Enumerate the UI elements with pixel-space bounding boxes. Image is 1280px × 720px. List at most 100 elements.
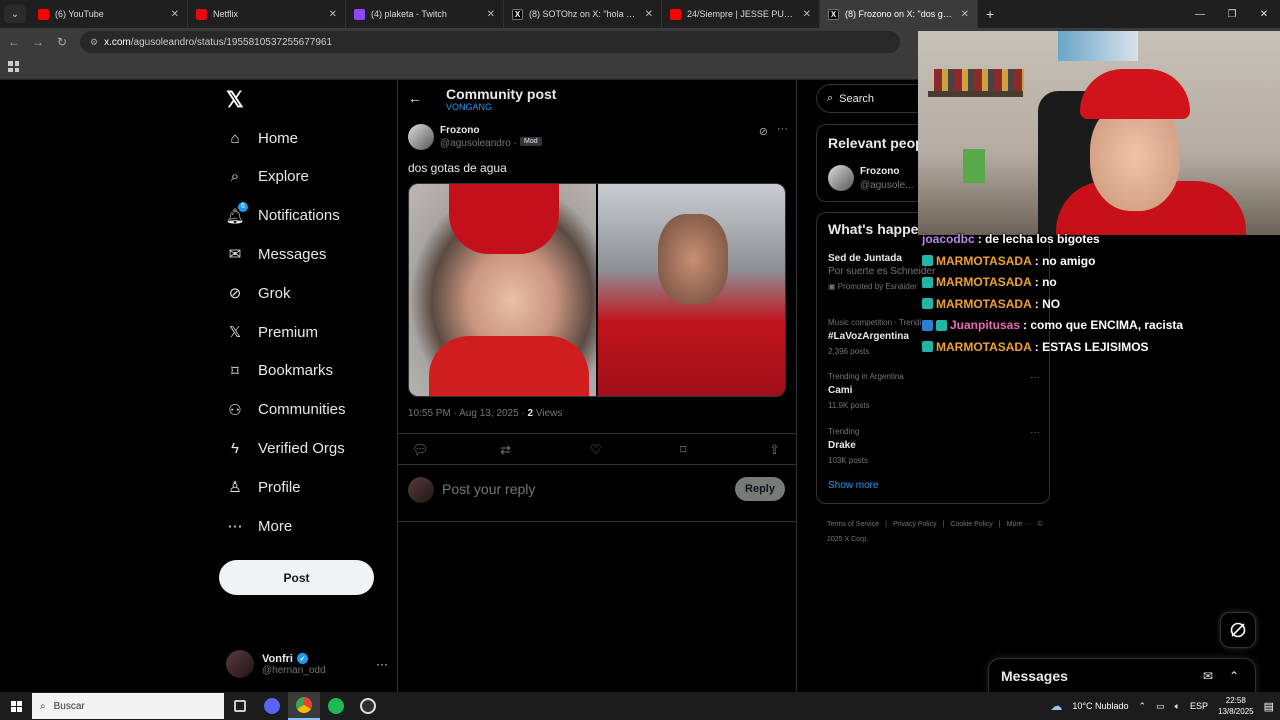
footer-link[interactable]: Terms of Service <box>827 521 879 528</box>
tray-chevron-icon[interactable]: ⌃ <box>1139 701 1147 712</box>
grok-explain-icon[interactable]: ⊘ <box>759 125 768 138</box>
like-icon[interactable]: ♡ <box>590 442 602 458</box>
discord-icon[interactable] <box>256 692 288 720</box>
nav-item-label: Profile <box>258 478 301 496</box>
grok-icon: ⊘ <box>228 285 242 303</box>
twitch-icon <box>354 8 365 20</box>
messages-drawer[interactable]: Messages ✉ ⌃ <box>988 658 1256 694</box>
url-input[interactable]: ⚙ x.com/agusoleandro/status/195581053725… <box>80 31 900 53</box>
nav-item-explore[interactable]: ⌕ Explore <box>218 160 309 194</box>
spotify-icon[interactable] <box>320 692 352 720</box>
nav-item-grok[interactable]: ⊘ Grok <box>218 276 291 310</box>
repost-icon[interactable]: ⇄ <box>500 442 511 458</box>
volume-icon[interactable]: 🔈︎ <box>1175 701 1180 712</box>
tab-title: 24/Siempre | JESSE PUNGAZ | J <box>687 9 797 19</box>
account-more-icon[interactable]: ··· <box>376 657 388 671</box>
chat-badge-icon <box>922 341 933 352</box>
author-avatar[interactable] <box>408 124 434 150</box>
close-tab-icon[interactable]: ✕ <box>171 9 179 20</box>
minimize-button[interactable]: — <box>1184 0 1216 28</box>
author-name[interactable]: Frozono <box>440 125 479 136</box>
grok-floating-button[interactable] <box>1220 612 1256 648</box>
nav-item-communities[interactable]: ⚇ Communities <box>218 393 345 427</box>
close-window-button[interactable]: ✕ <box>1248 0 1280 28</box>
search-icon: ⌕ <box>40 700 46 712</box>
reply-composer: Post your reply Reply <box>398 466 796 522</box>
x-logo-icon[interactable]: 𝕏 <box>226 89 246 111</box>
reply-input[interactable]: Post your reply <box>442 481 535 497</box>
forward-nav-icon[interactable]: → <box>26 35 50 49</box>
community-link[interactable]: VONGANG <box>446 102 492 112</box>
trend-more-icon[interactable]: ··· <box>1030 372 1040 383</box>
trend-category: Trending <box>828 427 860 436</box>
network-icon[interactable]: ▭ <box>1156 701 1165 712</box>
apps-grid-icon[interactable] <box>8 61 19 72</box>
expand-icon[interactable]: ⌃ <box>1229 669 1239 683</box>
close-tab-icon[interactable]: ✕ <box>487 9 495 20</box>
page-title: Community post <box>446 86 557 102</box>
close-tab-icon[interactable]: ✕ <box>329 9 337 20</box>
nav-item-verified-orgs[interactable]: ϟ Verified Orgs <box>218 431 345 465</box>
footer-link[interactable]: Cookie Policy <box>950 521 992 528</box>
post-button[interactable]: Post <box>219 560 374 595</box>
show-more-link[interactable]: Show more <box>828 480 879 491</box>
site-info-icon[interactable]: ⚙ <box>90 37 98 48</box>
close-tab-icon[interactable]: ✕ <box>645 9 653 20</box>
task-view-icon[interactable] <box>224 692 256 720</box>
weather-text[interactable]: 10°C Nublado <box>1072 701 1128 711</box>
post-more-icon[interactable]: ··· <box>777 123 788 135</box>
trend-item[interactable]: Trending in Argentina Cami 11.9K posts ··· <box>828 372 1040 410</box>
search-icon: ⌕ <box>230 168 240 186</box>
taskbar-search[interactable]: ⌕ Buscar <box>32 693 224 719</box>
windows-start-icon[interactable] <box>0 692 32 720</box>
tab-search-button[interactable]: ⌄ <box>4 5 26 23</box>
post-image-1[interactable] <box>409 184 596 396</box>
nav-item-messages[interactable]: ✉ Messages <box>218 237 327 271</box>
close-tab-icon[interactable]: ✕ <box>961 9 969 20</box>
browser-tab[interactable]: Netflix ✕ <box>188 0 346 28</box>
nav-item-more[interactable]: ⋯ More <box>218 509 293 543</box>
restore-button[interactable]: ❐ <box>1216 0 1248 28</box>
browser-tab[interactable]: X (8) Frozono on X: "dos gotas de ✕ <box>820 0 978 28</box>
nav-item-profile[interactable]: ♙ Profile <box>218 470 301 504</box>
reload-icon[interactable]: ↻ <box>50 35 74 49</box>
trend-item[interactable]: Trending Drake 103K posts ··· <box>828 427 1040 465</box>
browser-tab[interactable]: (6) YouTube ✕ <box>30 0 188 28</box>
nav-item-label: More <box>258 517 293 535</box>
nav-item-bookmarks[interactable]: ⌑ Bookmarks <box>218 354 333 388</box>
chrome-icon[interactable] <box>288 692 320 720</box>
youtube-icon <box>38 8 49 20</box>
clock[interactable]: 22:58 13/8/2025 <box>1218 695 1254 717</box>
share-icon[interactable]: ⇪ <box>769 442 780 458</box>
footer-separator: | <box>942 521 945 528</box>
post-image-2[interactable] <box>598 184 785 396</box>
relevant-person-avatar[interactable] <box>828 165 854 191</box>
browser-tab[interactable]: 24/Siempre | JESSE PUNGAZ | J ✕ <box>662 0 820 28</box>
nav-item-home[interactable]: ⌂ Home <box>218 121 298 155</box>
footer-link[interactable]: Privacy Policy <box>893 521 937 528</box>
post-text: dos gotas de agua <box>408 161 507 175</box>
language-indicator[interactable]: ESP <box>1190 701 1208 711</box>
footer-link[interactable]: More ··· <box>1007 521 1032 528</box>
obs-icon[interactable] <box>352 692 384 720</box>
new-tab-button[interactable]: + <box>986 6 994 22</box>
author-handle[interactable]: @agusoleandro · <box>440 138 517 149</box>
bookmark-icon[interactable]: ⌑ <box>680 442 687 458</box>
new-message-icon[interactable]: ✉ <box>1203 669 1213 683</box>
back-arrow-icon[interactable]: ← <box>408 90 422 106</box>
close-tab-icon[interactable]: ✕ <box>803 9 811 20</box>
notification-center-icon[interactable]: ▤ <box>1264 700 1274 713</box>
browser-tab[interactable]: X (8) SOTOhz on X: "hola https://t ✕ <box>504 0 662 28</box>
trend-more-icon[interactable]: ··· <box>1030 427 1040 438</box>
weather-icon[interactable]: ☁ <box>1050 699 1062 713</box>
reply-icon[interactable]: 💬︎ <box>412 442 429 458</box>
back-nav-icon[interactable]: ← <box>2 35 26 49</box>
reply-button[interactable]: Reply <box>735 477 785 501</box>
browser-tab[interactable]: (4) plaketa - Twitch ✕ <box>346 0 504 28</box>
post-timestamp[interactable]: 10:55 PM · Aug 13, 2025 · <box>408 408 528 419</box>
relevant-person-name[interactable]: Frozono <box>860 166 899 177</box>
nav-item-premium[interactable]: 𝕏 Premium <box>218 315 318 349</box>
nav-item-notifications[interactable]: 🔔︎ 6 Notifications <box>218 199 340 233</box>
account-switcher[interactable]: Vonfri ✓ @hernan_odd ··· <box>226 648 388 680</box>
chat-message: MARMOTASADA: no amigo <box>922 253 1095 269</box>
